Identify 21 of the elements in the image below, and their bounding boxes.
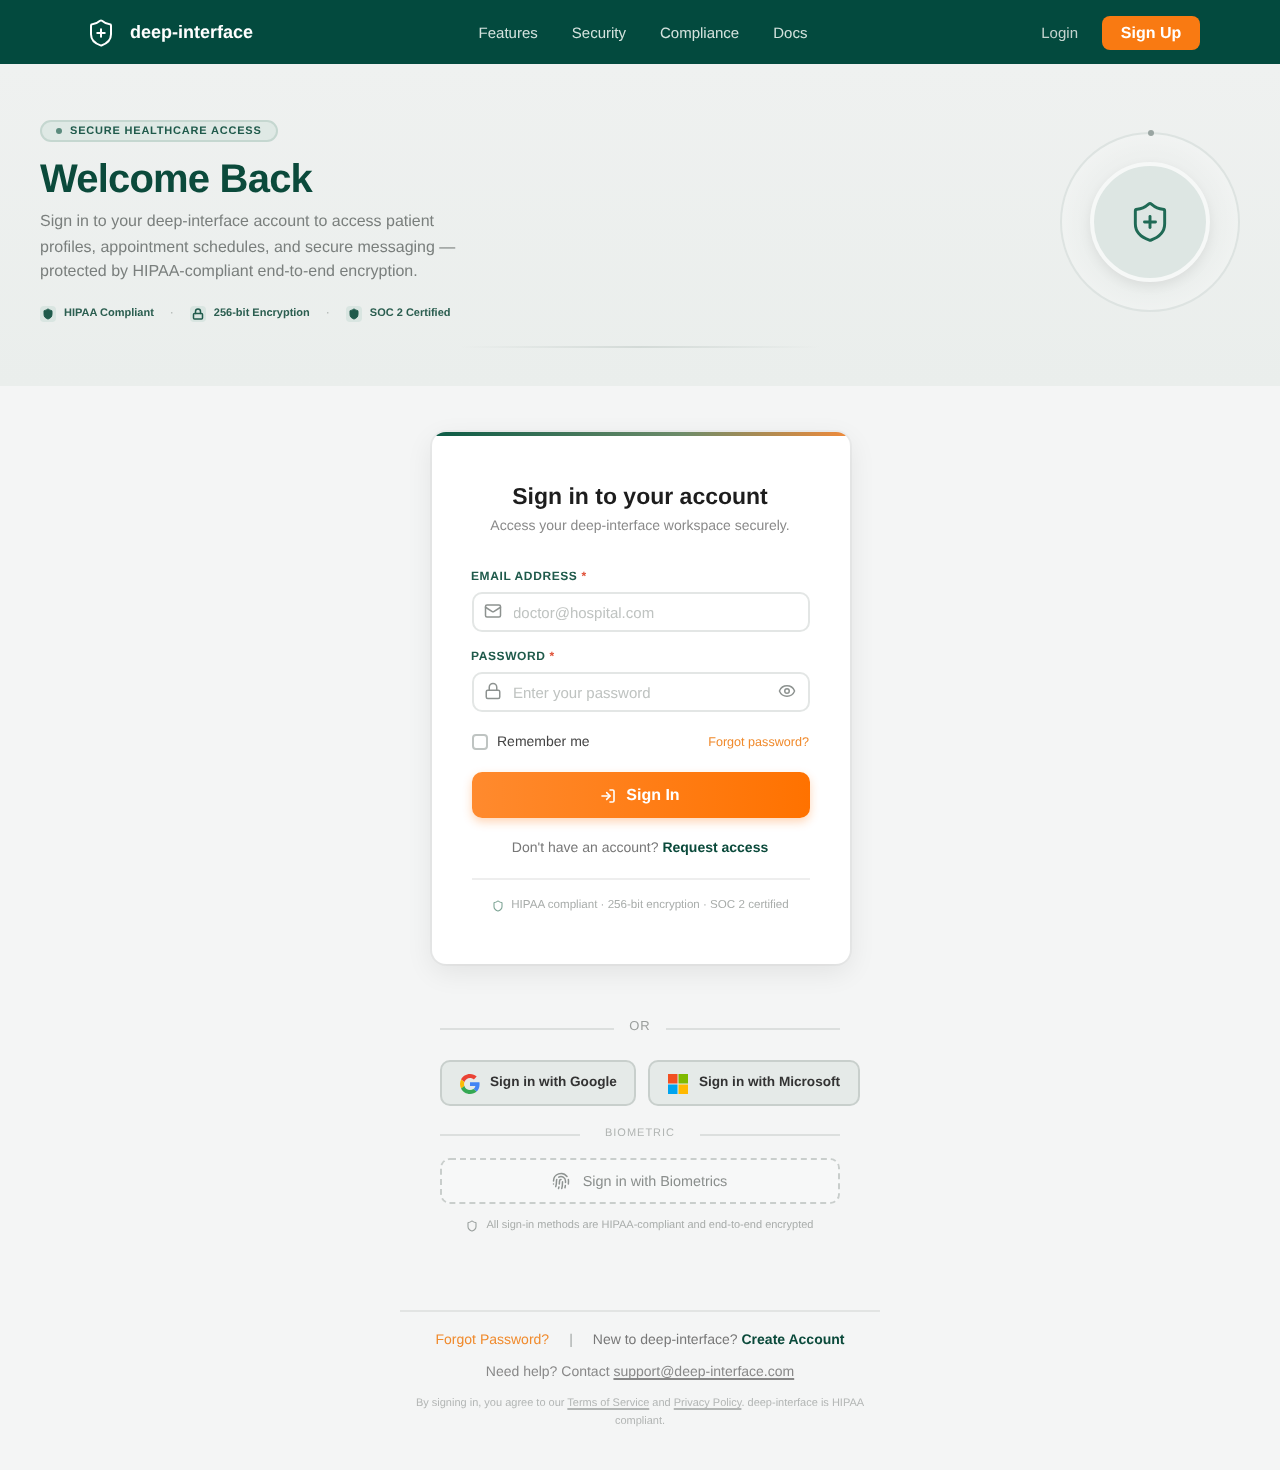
google-icon xyxy=(460,1073,480,1094)
shield-icon xyxy=(345,306,362,323)
remember-checkbox[interactable] xyxy=(471,734,487,751)
eye-icon[interactable] xyxy=(777,682,795,701)
login-icon xyxy=(600,787,617,804)
brand-name: deep-interface xyxy=(130,22,254,42)
page-title: Welcome Back xyxy=(40,156,315,204)
mail-icon xyxy=(483,602,501,621)
hero-description: Sign in to your deep-interface account to access patient profiles, appointment schedules, and secure messaging — protected by HIPAA-compliant end-to-end encryption. xyxy=(40,210,458,285)
shield-icon xyxy=(491,900,504,913)
shield-logo-icon xyxy=(86,17,116,47)
shield-icon xyxy=(466,1220,479,1233)
dot-icon xyxy=(1147,129,1153,136)
shield-icon xyxy=(40,306,56,323)
microsoft-icon xyxy=(668,1073,689,1094)
lock-icon xyxy=(483,682,501,701)
shield-plus-icon xyxy=(1128,199,1172,244)
lock-icon xyxy=(189,306,206,323)
dot-icon xyxy=(56,128,62,134)
fingerprint-icon xyxy=(552,1172,571,1191)
card-title: Sign in to your account xyxy=(510,484,770,515)
